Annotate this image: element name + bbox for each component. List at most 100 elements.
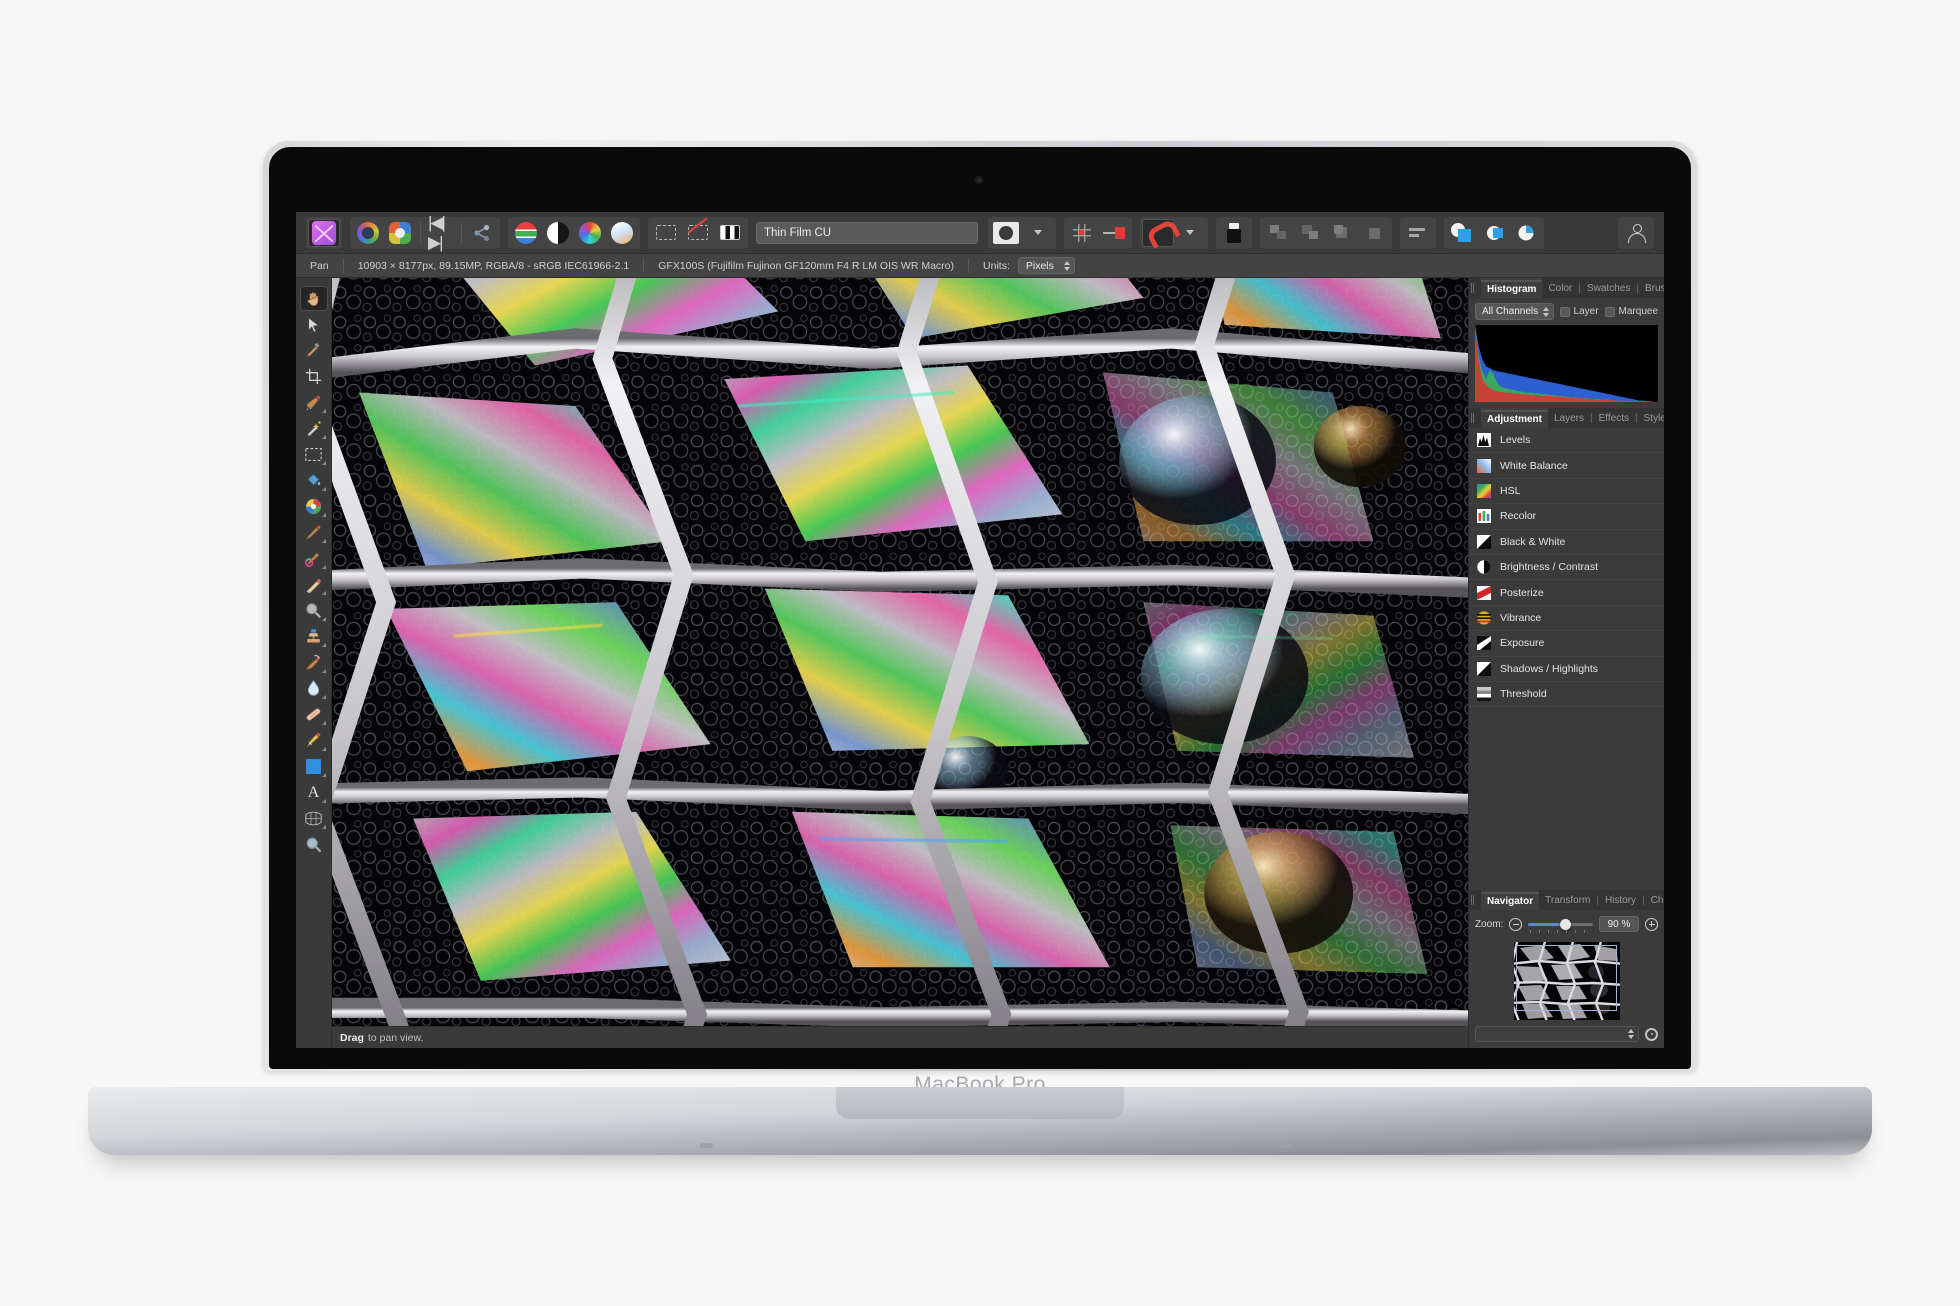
zoom-out-button[interactable] [1509,917,1523,931]
arrange-move-back-icon[interactable] [1262,219,1294,247]
boolean-subtract-icon[interactable] [1478,219,1510,247]
export-persona-icon[interactable] [466,219,498,247]
fill-color-well[interactable] [990,219,1022,247]
adjustment-row[interactable]: HSL [1469,479,1664,505]
adjustment-label: Brightness / Contrast [1500,561,1599,574]
tool-options-icon[interactable] [1218,219,1250,247]
zoom-value[interactable]: 90 % [1599,916,1639,932]
channel-select[interactable]: All Channels [1475,303,1554,320]
selection-brush-tool[interactable] [300,390,328,415]
adjustment-row[interactable]: Levels [1469,428,1664,454]
blur-brush-tool[interactable] [300,676,328,701]
deselect-icon[interactable] [682,219,714,247]
layer-checkbox[interactable]: Layer [1559,306,1599,317]
tab-transform[interactable]: Transform [1539,890,1596,910]
healing-brush-tool[interactable] [300,702,328,727]
grid-icon[interactable] [1066,219,1098,247]
panel-drag-handle[interactable] [1471,895,1474,905]
snapping-icon[interactable] [1098,219,1130,247]
artistic-text-tool[interactable]: A [300,780,328,805]
marquee-checkbox[interactable]: Marquee [1604,306,1658,317]
tab-layers[interactable]: Layers [1548,408,1590,428]
canvas-area[interactable]: Drag to pan view. [332,278,1468,1048]
zoom-tool[interactable] [300,832,328,857]
refine-selection-icon[interactable] [714,219,746,247]
boolean-add-icon[interactable] [1446,219,1478,247]
tab-adjustment[interactable]: Adjustment [1481,408,1548,428]
navigator-viewport-rect[interactable] [1515,945,1617,1011]
tab-swatches[interactable]: Swatches [1581,278,1636,298]
develop-persona-icon[interactable]: |◀|▶| [425,213,457,252]
clone-stamp-tool[interactable] [300,624,328,649]
persona-group: |◀|▶| [350,213,500,252]
tab-channels[interactable]: Channels [1645,890,1664,910]
account-avatar-icon[interactable] [1620,219,1652,247]
levels-icon[interactable] [510,219,542,247]
tab-color[interactable]: Color [1542,278,1578,298]
liquify-persona-icon[interactable] [384,219,416,247]
adjustment-row[interactable]: White Balance [1469,453,1664,479]
panel-drag-handle[interactable] [1471,283,1474,293]
boolean-intersect-icon[interactable] [1510,219,1542,247]
panel-drag-handle[interactable] [1471,413,1474,423]
black-white-icon[interactable] [542,219,574,247]
white-balance-adjustment-icon [1477,458,1491,473]
color-picker-tool[interactable] [300,338,328,363]
adjustment-row[interactable]: Vibrance [1469,606,1664,632]
adjustment-row[interactable]: Brightness / Contrast [1469,555,1664,581]
hsl-wheel-icon[interactable] [574,219,606,247]
tab-histogram[interactable]: Histogram [1481,278,1543,298]
arrange-front-icon[interactable] [1326,219,1358,247]
undo-brush-tool[interactable] [300,650,328,675]
affinity-photo-window: |◀|▶| Thin Film CU Pan 10903 × 8177px, 8… [296,212,1664,1048]
color-dropdown-chevron-down-icon[interactable] [1022,219,1054,247]
channel-select-value: All Channels [1482,306,1539,317]
magnet-icon[interactable] [1142,218,1174,247]
gradient-icon[interactable] [606,219,638,247]
adjustment-row[interactable]: Black & White [1469,530,1664,555]
view-tool[interactable] [299,286,328,311]
adjustment-row[interactable]: Exposure [1469,631,1664,657]
tab-styles[interactable]: Styles [1638,408,1664,428]
tab-history[interactable]: History [1599,890,1642,910]
pen-tool[interactable] [300,728,328,753]
paint-mixer-tool[interactable] [300,546,328,571]
units-select[interactable]: Pixels [1017,257,1075,274]
tab-navigator[interactable]: Navigator [1481,890,1540,910]
erase-brush-tool[interactable] [300,572,328,597]
arrange-move-forward-icon[interactable] [1294,219,1326,247]
select-all-icon[interactable] [650,219,682,247]
mesh-warp-tool[interactable] [300,806,328,831]
affinity-photo-logo-icon[interactable] [308,218,340,247]
document-name-input[interactable]: Thin Film CU [756,221,978,244]
navigator-preset-field[interactable] [1475,1026,1639,1042]
align-icon[interactable] [1402,219,1434,247]
boolean-group [1444,216,1544,249]
divider [643,258,645,273]
adjustment-row[interactable]: Threshold [1469,682,1664,708]
zoom-in-button[interactable] [1645,917,1658,931]
adjustment-row[interactable]: Posterize [1469,580,1664,606]
arrange-back-icon[interactable] [1358,219,1390,247]
rectangle-shape-tool[interactable] [300,754,328,779]
paint-brush-tool[interactable] [300,520,328,545]
document-info-label: 10903 × 8177px, 89.15MP, RGBA/8 - sRGB I… [357,259,630,272]
shadows-highlights-adjustment-icon [1477,661,1491,676]
flood-fill-tool[interactable] [300,468,328,493]
adjustment-row[interactable]: Recolor [1469,504,1664,530]
tool-options-group [1216,216,1252,249]
photo-persona-icon[interactable] [352,219,384,247]
magic-wand-tool[interactable] [300,416,328,441]
dodge-burn-tool[interactable] [300,598,328,623]
navigator-thumbnail[interactable] [1513,942,1620,1020]
move-tool[interactable] [300,312,328,337]
adjustment-row[interactable]: Shadows / Highlights [1469,657,1664,682]
zoom-slider[interactable] [1528,918,1593,933]
gear-icon[interactable] [1645,1027,1658,1041]
tab-brushes[interactable]: Brushes [1639,278,1664,298]
crop-tool[interactable] [300,364,328,389]
marquee-tool[interactable] [300,442,328,467]
tab-effects[interactable]: Effects [1593,408,1635,428]
document-image[interactable] [332,278,1468,1048]
recolor-tool[interactable] [300,494,328,519]
